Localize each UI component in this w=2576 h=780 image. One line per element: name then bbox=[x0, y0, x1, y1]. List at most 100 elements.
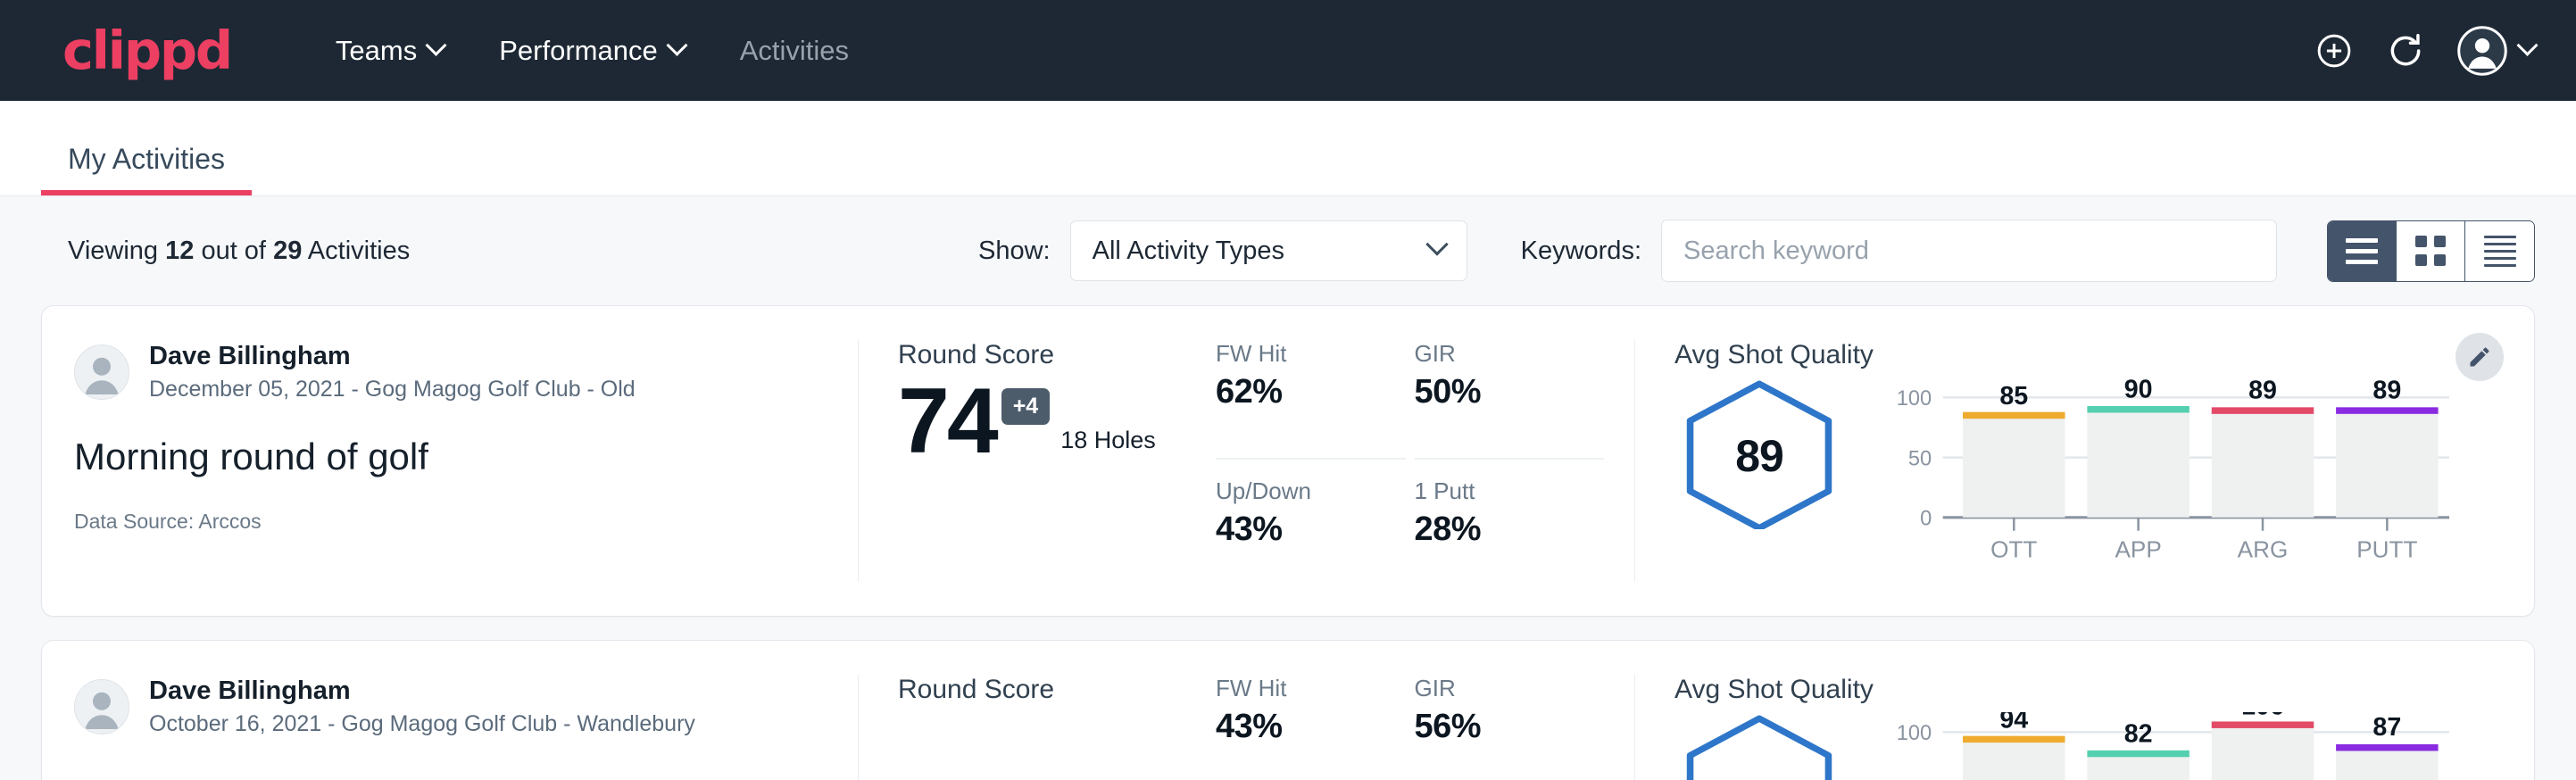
stat-value: 56% bbox=[1415, 708, 1589, 746]
view-toggle-group bbox=[2327, 220, 2535, 282]
stat-gir: GIR 56% bbox=[1415, 675, 1605, 780]
round-score-label: Round Score bbox=[898, 675, 1207, 705]
activity-summary: Dave Billingham December 05, 2021 - Gog … bbox=[42, 340, 859, 582]
refresh-icon[interactable] bbox=[2386, 31, 2425, 71]
quality-hexagon bbox=[1674, 712, 1844, 780]
main-content: Viewing 12 out of 29 Activities Show: Al… bbox=[0, 196, 2576, 780]
data-source-label: Data Source: Arccos bbox=[74, 510, 822, 534]
stat-label: 1 Putt bbox=[1415, 477, 1589, 505]
avg-shot-quality-label: Avg Shot Quality bbox=[1674, 340, 2454, 370]
svg-text:106: 106 bbox=[2241, 712, 2284, 720]
holes-label: 18 Holes bbox=[1060, 427, 1156, 454]
activities-toolbar: Viewing 12 out of 29 Activities Show: Al… bbox=[41, 196, 2535, 305]
activity-type-select[interactable]: All Activity Types bbox=[1070, 220, 1467, 281]
avg-shot-quality-body: 100 50 0 94 82 106 8 bbox=[1674, 712, 2454, 780]
avatar bbox=[74, 344, 129, 400]
nav-item-teams[interactable]: Teams bbox=[308, 35, 471, 67]
avg-shot-quality-label: Avg Shot Quality bbox=[1674, 675, 2454, 705]
list-view-button[interactable] bbox=[2328, 221, 2397, 281]
viewing-suffix: Activities bbox=[308, 236, 410, 265]
stat-label: FW Hit bbox=[1216, 340, 1390, 368]
player-row: Dave Billingham October 16, 2021 - Gog M… bbox=[74, 675, 822, 739]
navbar-actions bbox=[2314, 26, 2535, 76]
stat-value: 43% bbox=[1216, 510, 1390, 549]
nav-item-activities-label: Activities bbox=[740, 35, 849, 67]
nav-item-activities[interactable]: Activities bbox=[712, 35, 877, 67]
activity-card[interactable]: Dave Billingham December 05, 2021 - Gog … bbox=[41, 305, 2535, 617]
stat-value: 50% bbox=[1415, 373, 1589, 411]
top-navbar: clippd Teams Performance Activities bbox=[0, 0, 2576, 101]
stat-label: GIR bbox=[1415, 675, 1589, 702]
activity-title: Morning round of golf bbox=[74, 435, 822, 479]
chevron-down-icon bbox=[1425, 233, 1448, 255]
viewing-prefix: Viewing bbox=[68, 236, 158, 265]
svg-text:ARG: ARG bbox=[2238, 536, 2289, 563]
tab-my-activities[interactable]: My Activities bbox=[41, 143, 252, 195]
activity-meta: December 05, 2021 - Gog Magog Golf Club … bbox=[149, 375, 636, 404]
round-score-block: Round Score bbox=[859, 675, 1216, 780]
stat-value: 43% bbox=[1216, 708, 1390, 746]
svg-text:0: 0 bbox=[1920, 507, 1932, 530]
primary-nav: Teams Performance Activities bbox=[308, 35, 877, 67]
nav-item-performance[interactable]: Performance bbox=[471, 35, 711, 67]
list-icon bbox=[2346, 238, 2378, 264]
chevron-down-icon bbox=[426, 35, 447, 56]
compact-view-button[interactable] bbox=[2465, 221, 2534, 281]
keywords-label: Keywords: bbox=[1521, 236, 1641, 266]
shot-quality-bar-chart: 100 50 0 85 90 89 bbox=[1876, 378, 2454, 577]
activity-meta: October 16, 2021 - Gog Magog Golf Club -… bbox=[149, 709, 695, 739]
avg-shot-quality-block: Avg Shot Quality 89 100 bbox=[1635, 340, 2534, 582]
round-stats-grid: FW Hit 43% GIR 56% bbox=[1216, 675, 1635, 780]
tab-my-activities-label: My Activities bbox=[68, 143, 225, 175]
svg-text:100: 100 bbox=[1897, 722, 1932, 745]
round-score-label: Round Score bbox=[898, 340, 1207, 370]
stat-label: Up/Down bbox=[1216, 477, 1390, 505]
stat-up-down: Up/Down 43% bbox=[1216, 460, 1406, 581]
viewing-summary: Viewing 12 out of 29 Activities bbox=[68, 236, 410, 266]
viewing-total: 29 bbox=[273, 236, 302, 265]
search-input[interactable] bbox=[1661, 220, 2277, 282]
account-avatar[interactable] bbox=[2457, 26, 2535, 76]
grid-view-button[interactable] bbox=[2397, 221, 2465, 281]
svg-text:APP: APP bbox=[2115, 536, 2162, 563]
viewing-middle: out of bbox=[201, 236, 266, 265]
player-name: Dave Billingham bbox=[149, 675, 695, 707]
stat-label: GIR bbox=[1415, 340, 1589, 368]
svg-text:89: 89 bbox=[2248, 378, 2277, 405]
chevron-down-icon bbox=[2516, 35, 2538, 56]
svg-text:87: 87 bbox=[2372, 713, 2401, 742]
svg-text:82: 82 bbox=[2124, 720, 2153, 749]
player-row: Dave Billingham December 05, 2021 - Gog … bbox=[74, 340, 822, 404]
svg-text:89: 89 bbox=[2372, 378, 2401, 405]
stat-value: 62% bbox=[1216, 373, 1390, 411]
avg-shot-quality-block: Avg Shot Quality 100 50 0 bbox=[1635, 675, 2534, 780]
round-score-value: 74 bbox=[898, 379, 996, 465]
activity-summary: Dave Billingham October 16, 2021 - Gog M… bbox=[42, 675, 859, 780]
viewing-count: 12 bbox=[165, 236, 194, 265]
shot-quality-bar-chart: 100 50 0 94 82 106 8 bbox=[1876, 712, 2454, 780]
compact-list-icon bbox=[2484, 236, 2516, 267]
shot-quality-chart: 100 50 0 85 90 89 bbox=[1876, 378, 2454, 582]
player-name: Dave Billingham bbox=[149, 340, 636, 372]
quality-score-value: 89 bbox=[1674, 378, 1844, 534]
stat-value: 28% bbox=[1415, 510, 1589, 549]
svg-text:85: 85 bbox=[1999, 382, 2028, 411]
stat-fw-hit: FW Hit 62% bbox=[1216, 340, 1406, 460]
activity-card[interactable]: Dave Billingham October 16, 2021 - Gog M… bbox=[41, 640, 2535, 780]
add-icon[interactable] bbox=[2314, 31, 2354, 71]
nav-item-performance-label: Performance bbox=[499, 35, 657, 67]
svg-text:OTT: OTT bbox=[1990, 536, 2037, 563]
edit-activity-button[interactable] bbox=[2456, 333, 2504, 381]
page-tabbar: My Activities bbox=[0, 101, 2576, 196]
svg-text:100: 100 bbox=[1897, 387, 1932, 411]
round-score-block: Round Score 74 +4 18 Holes bbox=[859, 340, 1216, 582]
round-score-row bbox=[898, 714, 1207, 725]
grid-icon bbox=[2415, 236, 2446, 266]
avatar bbox=[74, 679, 129, 734]
round-stats-grid: FW Hit 62% GIR 50% Up/Down 43% 1 Putt 28… bbox=[1216, 340, 1635, 582]
clippd-logo[interactable]: clippd bbox=[62, 24, 231, 77]
avg-shot-quality-body: 89 100 50 0 85 bbox=[1674, 378, 2454, 582]
activity-type-select-value: All Activity Types bbox=[1093, 236, 1284, 266]
shot-quality-chart: 100 50 0 94 82 106 8 bbox=[1876, 712, 2454, 780]
score-delta-badge: +4 bbox=[1001, 388, 1051, 425]
